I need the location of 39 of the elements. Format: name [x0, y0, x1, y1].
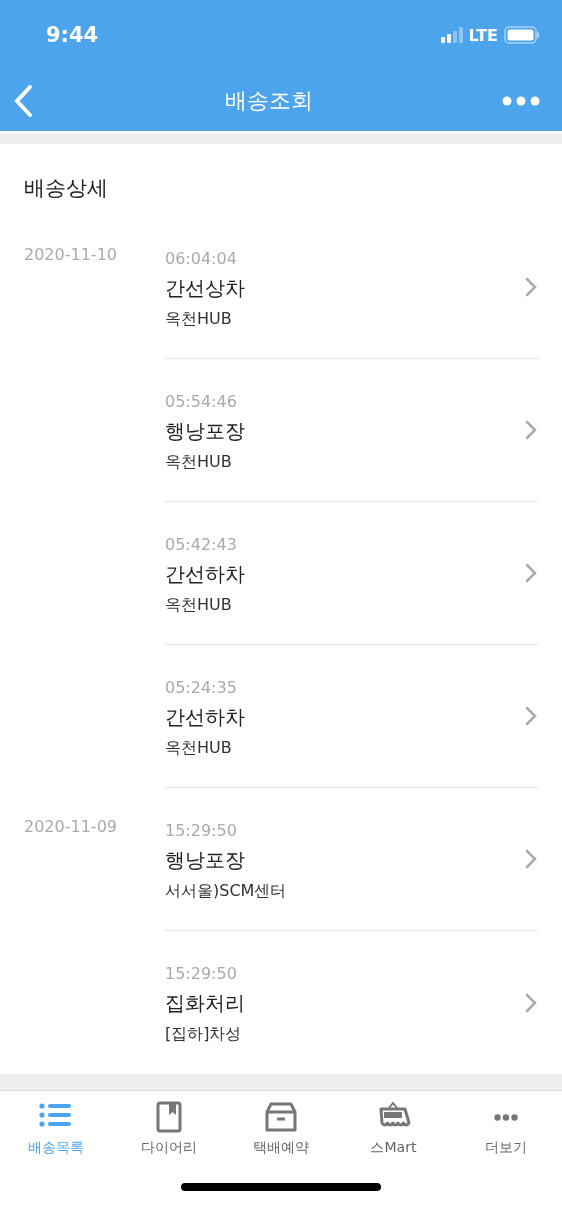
chevron-icon[interactable]: [524, 562, 538, 584]
tab-item[interactable]: 다이어리: [112, 1101, 225, 1179]
nav-title: 배송조회: [225, 86, 313, 115]
event-time: 15:29:50: [165, 963, 237, 985]
box-icon: [263, 1101, 299, 1133]
chevron-icon[interactable]: [524, 419, 538, 441]
chevron-icon[interactable]: [524, 276, 538, 298]
tab-item[interactable]: 더보기: [449, 1101, 562, 1179]
event-time: 15:29:50: [165, 819, 237, 842]
event-time: 06:04:04: [165, 247, 237, 270]
event-time: 05:42:43: [165, 533, 237, 556]
date-label: 2020-11-09: [24, 817, 117, 836]
event-location: 옥천HUB: [165, 307, 232, 330]
event-location: 서서울)SCM센터: [165, 879, 287, 902]
signal-icon: [440, 27, 463, 43]
event-time: 05:54:46: [165, 390, 237, 413]
chevron-icon[interactable]: [524, 848, 538, 870]
event-status: 간선상차: [165, 274, 245, 302]
chevron-icon[interactable]: [524, 991, 538, 1014]
tab-item[interactable]: 택배예약: [224, 1101, 338, 1179]
event-status: 간선하차: [165, 703, 245, 731]
event-status: 간선하차: [165, 560, 245, 588]
event-location: 옥천HUB: [165, 736, 232, 759]
tab-item[interactable]: 스Mart: [337, 1101, 450, 1179]
event-status: 집화처리: [165, 990, 245, 1017]
more-icon[interactable]: [502, 95, 540, 106]
network-label: LTE: [468, 25, 498, 45]
event-location: 옥천HUB: [165, 450, 232, 473]
date-label: 2020-11-10: [24, 245, 117, 264]
status-time: 9:44: [46, 23, 99, 47]
event-status: 행낭포장: [165, 417, 245, 445]
event-status: 행낭포장: [165, 846, 245, 874]
event-location: [집하]차성: [165, 1023, 242, 1045]
chevron-icon[interactable]: [524, 705, 538, 727]
section-title: 배송상세: [23, 175, 109, 202]
event-time: 05:24:35: [165, 676, 237, 699]
event-location: 옥천HUB: [165, 593, 232, 616]
more-icon: [493, 1113, 518, 1121]
battery-icon: [504, 26, 540, 44]
